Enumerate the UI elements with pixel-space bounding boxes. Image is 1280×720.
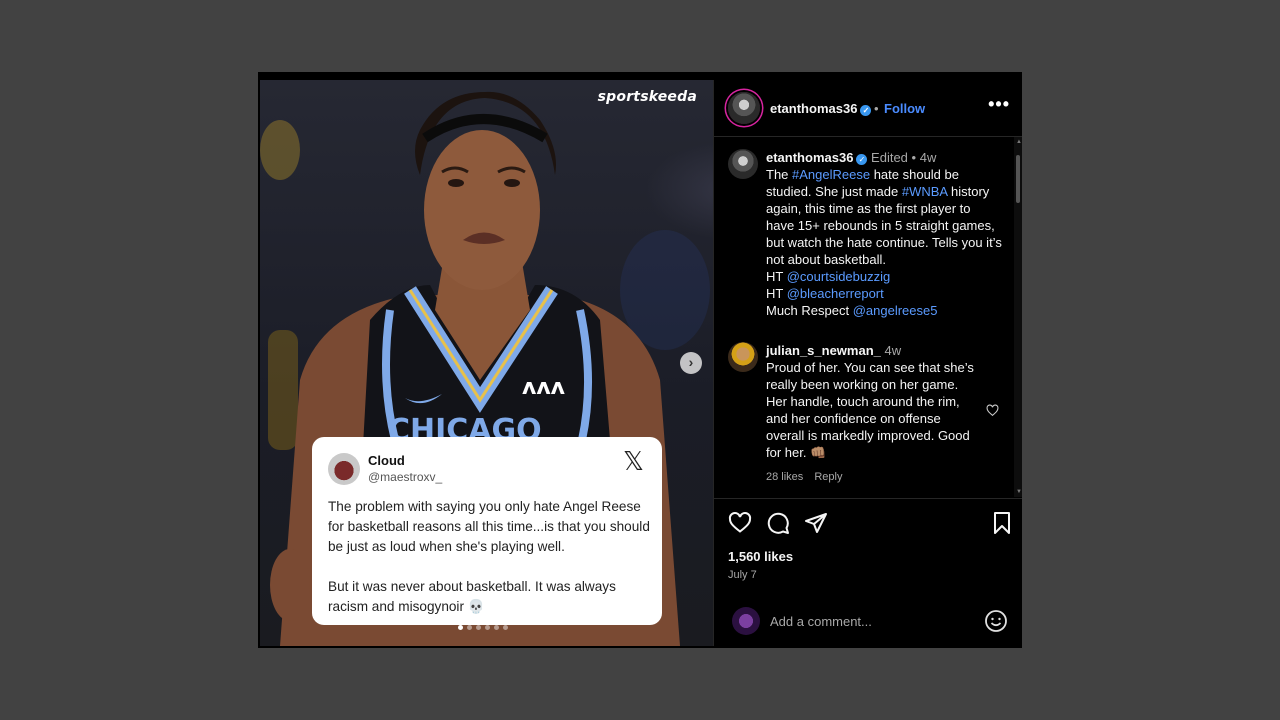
author-avatar[interactable] — [728, 92, 760, 124]
carousel-next-button[interactable]: › — [680, 352, 702, 374]
comment-like-icon[interactable] — [986, 404, 999, 417]
carousel-dot[interactable] — [467, 625, 472, 630]
tweet-author-handle: @maestroxv_ — [368, 470, 443, 484]
carousel-dot[interactable] — [458, 625, 463, 630]
carousel-indicators — [458, 625, 508, 630]
comment-age: 4w — [884, 343, 902, 358]
author-username-text[interactable]: etanthomas36 — [770, 101, 857, 116]
comments-scrollbar[interactable]: ▲ ▼ — [1014, 137, 1022, 497]
mention-courtsidebuzzig[interactable]: @courtsidebuzzig — [787, 269, 891, 284]
carousel-dot[interactable] — [494, 625, 499, 630]
caption-age[interactable]: 4w — [920, 150, 937, 165]
scroll-up-arrow-icon[interactable]: ▲ — [1016, 139, 1022, 145]
like-heart-icon[interactable] — [728, 511, 752, 535]
post-caption: etanthomas36 ✓ Edited • 4w The #AngelRees… — [766, 149, 1002, 319]
more-options-icon[interactable]: ••• — [988, 94, 1010, 115]
mention-angelreese5[interactable]: @angelreese5 — [853, 303, 938, 318]
comment-input[interactable]: Add a comment... — [770, 614, 872, 629]
tweet-author-name: Cloud — [368, 453, 405, 468]
verified-badge-icon: ✓ — [860, 105, 872, 116]
verified-badge-icon: ✓ — [856, 154, 868, 165]
post-details-panel: etanthomas36 ✓ • Follow ••• etanthomas36 ✓… — [714, 80, 1022, 646]
comment-likes[interactable]: 28 likes — [766, 471, 803, 483]
x-logo-icon: 𝕏 — [623, 447, 644, 477]
save-bookmark-icon[interactable] — [990, 511, 1014, 535]
caption-edited: Edited — [871, 150, 908, 165]
carousel-dot[interactable] — [476, 625, 481, 630]
comments-section[interactable]: etanthomas36 ✓ Edited • 4w The #AngelRees… — [714, 137, 1014, 497]
svg-text:ʌʌʌ: ʌʌʌ — [522, 375, 566, 400]
follow-button[interactable]: Follow — [884, 101, 925, 116]
embedded-tweet-card: Cloud @maestroxv_ 𝕏 The problem with say… — [312, 437, 662, 625]
ht-prefix: HT — [766, 286, 787, 301]
scroll-thumb[interactable] — [1016, 155, 1020, 203]
chevron-right-icon: › — [688, 354, 694, 370]
respect-prefix: Much Respect — [766, 303, 853, 318]
carousel-dot[interactable] — [503, 625, 508, 630]
commenter-username[interactable]: julian_s_newman_ — [766, 343, 881, 358]
author-username[interactable]: etanthomas36 ✓ — [770, 101, 872, 116]
comment-item: julian_s_newman_ 4w Proud of her. You ca… — [766, 342, 978, 486]
comment-text: Proud of her. You can see that she’s rea… — [766, 360, 974, 460]
caption-text-1: The — [766, 167, 793, 182]
current-user-avatar — [732, 607, 760, 635]
caption-username[interactable]: etanthomas36 — [766, 150, 853, 165]
comment-reply-button[interactable]: Reply — [814, 471, 842, 483]
tweet-avatar — [328, 453, 360, 485]
post-header: etanthomas36 ✓ • Follow ••• — [714, 80, 1022, 137]
carousel-dot[interactable] — [485, 625, 490, 630]
instagram-post-modal: ʌʌʌ CHICAGO sportskeeda › Cloud @maestro… — [258, 72, 1022, 648]
comment-bubble-icon[interactable] — [766, 511, 790, 535]
scroll-down-arrow-icon[interactable]: ▼ — [1016, 489, 1022, 495]
caption-separator: • — [911, 150, 917, 165]
likes-count[interactable]: 1,560 likes — [728, 549, 793, 564]
share-send-icon[interactable] — [804, 511, 828, 535]
hashtag-wnba[interactable]: #WNBA — [902, 184, 948, 199]
post-date: July 7 — [728, 569, 757, 581]
post-media[interactable]: ʌʌʌ CHICAGO sportskeeda › Cloud @maestro… — [260, 80, 713, 646]
caption-author-avatar[interactable] — [728, 149, 758, 179]
sportskeeda-watermark: sportskeeda — [597, 89, 697, 105]
emoji-icon[interactable] — [984, 609, 1008, 633]
comment-input-row: Add a comment... — [714, 603, 1022, 647]
mention-bleacherreport[interactable]: @bleacherreport — [787, 286, 884, 301]
hashtag-angelreese[interactable]: #AngelReese — [792, 167, 870, 182]
post-actions: 1,560 likes July 7 Add a comment... — [714, 498, 1022, 647]
header-separator: • — [874, 101, 879, 116]
commenter-avatar[interactable] — [728, 342, 758, 372]
tweet-text: The problem with saying you only hate An… — [328, 499, 650, 614]
ht-prefix: HT — [766, 269, 787, 284]
